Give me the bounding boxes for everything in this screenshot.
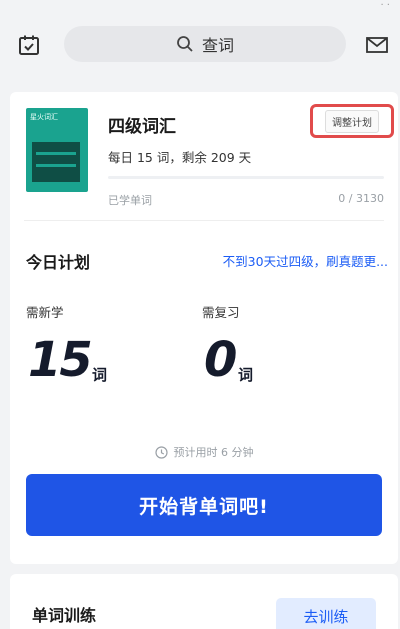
new-words-count: 15: [28, 332, 93, 388]
search-bar[interactable]: 查词: [64, 26, 346, 62]
time-estimate-text: 预计用时 6 分钟: [173, 446, 254, 459]
book-cover-stripe: [36, 152, 76, 155]
exam-promo-link[interactable]: 不到30天过四级，刷真题更...: [223, 251, 388, 270]
time-estimate: 预计用时 6 分钟: [10, 444, 398, 460]
book-cover[interactable]: 星火词汇: [26, 108, 88, 192]
status-bar-fragment: · ·: [380, 0, 390, 11]
new-words-label: 需新学: [26, 305, 64, 320]
learned-words-count: 0 / 3130: [338, 192, 384, 205]
mail-button[interactable]: [362, 30, 392, 60]
divider: [24, 220, 384, 221]
learned-words-label: 已学单词: [108, 194, 152, 207]
top-bar: · · 查词: [0, 0, 400, 88]
review-words-count: 0: [204, 332, 237, 388]
go-training-button[interactable]: 去训练: [276, 598, 376, 629]
search-label: 查词: [201, 36, 234, 55]
start-learning-button[interactable]: 开始背单词吧!: [26, 474, 382, 536]
book-cover-graphic: [32, 142, 80, 182]
new-words-unit: 词: [92, 366, 108, 384]
calendar-button[interactable]: [14, 30, 44, 60]
daily-plan-info: 每日 15 词，剩余 209 天: [108, 150, 252, 165]
book-cover-stripe: [36, 164, 76, 167]
review-words-unit: 词: [238, 366, 254, 384]
book-cover-tag: 星火词汇: [30, 113, 58, 121]
adjust-plan-label: 调整计划: [325, 109, 379, 133]
vocabulary-plan-card: 星火词汇 四级词汇 每日 15 词，剩余 209 天 调整计划 已学单词 0 /…: [10, 92, 398, 564]
mail-icon: [366, 37, 388, 53]
today-plan-title: 今日计划: [26, 253, 91, 272]
book-title: 四级词汇: [108, 117, 176, 137]
learning-progress-bar: [108, 176, 384, 179]
calendar-check-icon: [19, 35, 39, 55]
clock-icon: [154, 445, 168, 459]
search-icon: [177, 36, 193, 52]
word-training-title: 单词训练: [32, 606, 97, 625]
review-words-label: 需复习: [202, 305, 240, 320]
adjust-plan-button[interactable]: 调整计划: [310, 104, 394, 138]
word-training-card: 单词训练 去训练: [10, 574, 398, 629]
